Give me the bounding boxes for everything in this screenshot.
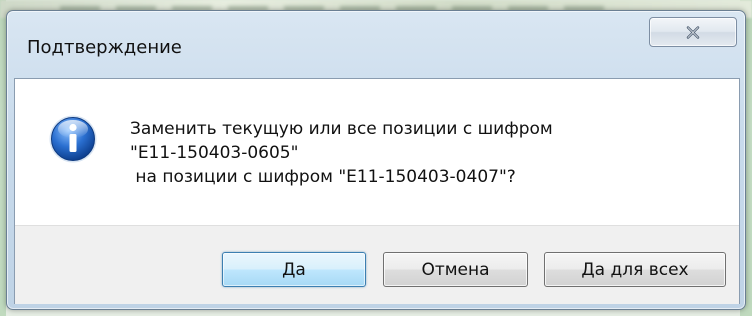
yes-to-all-button[interactable]: Да для всех <box>544 252 726 287</box>
close-button[interactable] <box>649 17 737 47</box>
button-bar: Да Отмена Да для всех <box>15 225 739 304</box>
dialog-title: Подтверждение <box>27 37 182 58</box>
close-icon <box>686 25 700 39</box>
info-icon <box>49 115 97 163</box>
yes-button[interactable]: Да <box>222 252 366 287</box>
message-text: Заменить текущую или все позиции с шифро… <box>130 119 553 187</box>
dialog-client-area: Заменить текущую или все позиции с шифро… <box>14 78 740 304</box>
message-area: Заменить текущую или все позиции с шифро… <box>15 79 739 225</box>
confirmation-dialog: Подтверждение Заменить текущую или все п… <box>6 10 746 310</box>
cancel-button[interactable]: Отмена <box>383 252 528 287</box>
title-bar[interactable]: Подтверждение <box>7 11 745 79</box>
